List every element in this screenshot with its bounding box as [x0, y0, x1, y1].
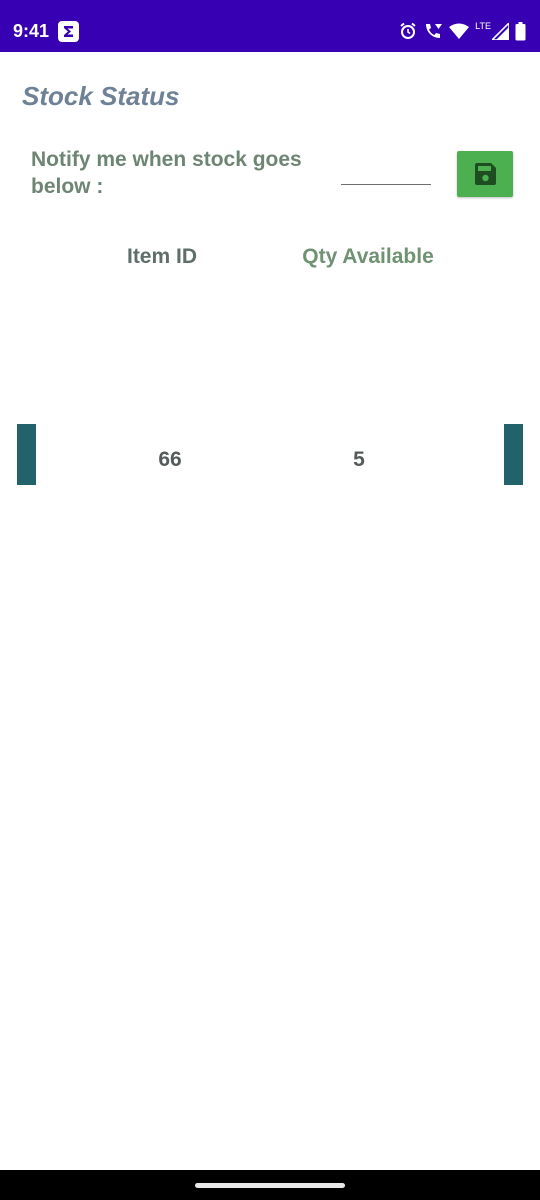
- cell-item-id: 66: [158, 448, 182, 471]
- row-left-marker: [17, 424, 36, 485]
- page-title: Stock Status: [22, 81, 180, 111]
- floppy-save-icon: [475, 163, 496, 185]
- navigation-bar: [0, 1170, 540, 1200]
- column-header-item-id: Item ID: [126, 245, 197, 268]
- signal-icon: [492, 22, 509, 40]
- status-time: 9:41: [13, 21, 50, 41]
- column-header-qty-available: Qty Available: [302, 245, 434, 268]
- home-indicator[interactable]: [195, 1183, 345, 1188]
- network-type-label: LTE: [475, 21, 491, 31]
- cell-qty-available: 5: [353, 448, 365, 471]
- save-button[interactable]: [457, 151, 513, 197]
- status-icons: LTE: [399, 20, 526, 42]
- notify-threshold-label: Notify me when stock goes below :: [31, 148, 302, 198]
- status-bar: 9:41 LTE: [0, 0, 540, 52]
- sigma-app-icon: [58, 21, 79, 42]
- battery-icon: [515, 21, 526, 40]
- row-right-marker: [504, 424, 523, 485]
- wifi-icon: [449, 23, 470, 39]
- stock-threshold-input[interactable]: [341, 158, 431, 185]
- wifi-call-icon: [426, 24, 443, 38]
- alarm-icon: [400, 22, 416, 39]
